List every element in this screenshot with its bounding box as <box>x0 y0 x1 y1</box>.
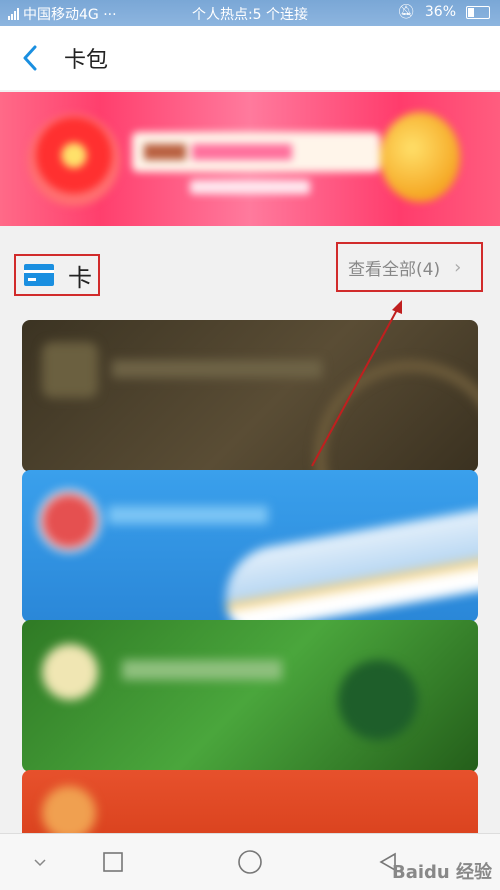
banner-subtext-block <box>190 180 310 194</box>
chevron-right-icon: › <box>454 256 462 278</box>
recent-apps-button[interactable] <box>73 834 153 890</box>
section-title: 卡 <box>68 263 92 292</box>
card-emblem <box>338 660 418 740</box>
square-icon <box>103 852 123 872</box>
bell-off-icon: 🔕︎ <box>397 4 415 20</box>
status-bar: 中国移动4G ··· 个人热点:5 个连接 🔕︎ 36% <box>0 0 500 26</box>
banner-image <box>0 92 500 226</box>
bank-logo-icon <box>42 644 98 700</box>
card-item[interactable] <box>22 470 478 622</box>
chevron-left-icon <box>23 45 37 71</box>
cards-section-header: 卡 查看全部(4) › <box>0 232 500 296</box>
chevron-down-icon <box>34 859 46 867</box>
bank-logo-icon <box>42 342 98 398</box>
card-name-block <box>122 660 282 680</box>
collapse-button[interactable] <box>0 834 80 890</box>
banner-text-block <box>132 132 380 172</box>
battery-label: 36% <box>424 4 456 20</box>
card-image <box>22 470 478 622</box>
view-all-button[interactable]: 查看全部(4) › <box>336 242 483 292</box>
bank-logo-icon <box>42 786 96 840</box>
page-title: 卡包 <box>64 48 109 73</box>
coin-graphic <box>380 112 460 202</box>
app-header: 卡包 <box>0 26 500 90</box>
promo-banner[interactable] <box>0 92 500 226</box>
card-name-block <box>108 506 268 524</box>
baidu-watermark: Baidu 经验 <box>391 862 492 883</box>
card-image <box>22 620 478 772</box>
card-name-block <box>112 360 322 378</box>
system-nav-bar: Baidu 经验 <box>0 833 500 890</box>
credit-card-icon <box>24 264 54 286</box>
bank-logo-icon <box>38 490 100 552</box>
flower-graphic <box>28 114 120 206</box>
status-right: 🔕︎ 36% <box>397 4 490 20</box>
card-image <box>22 320 478 472</box>
circle-icon <box>238 850 262 874</box>
view-all-label: 查看全部(4) <box>348 259 441 280</box>
card-item[interactable] <box>22 320 478 472</box>
battery-icon <box>466 5 490 19</box>
section-title-highlight: 卡 <box>14 254 100 296</box>
card-decoration <box>314 360 478 472</box>
back-button[interactable] <box>0 26 60 90</box>
home-button[interactable] <box>210 834 290 890</box>
card-item[interactable] <box>22 620 478 772</box>
